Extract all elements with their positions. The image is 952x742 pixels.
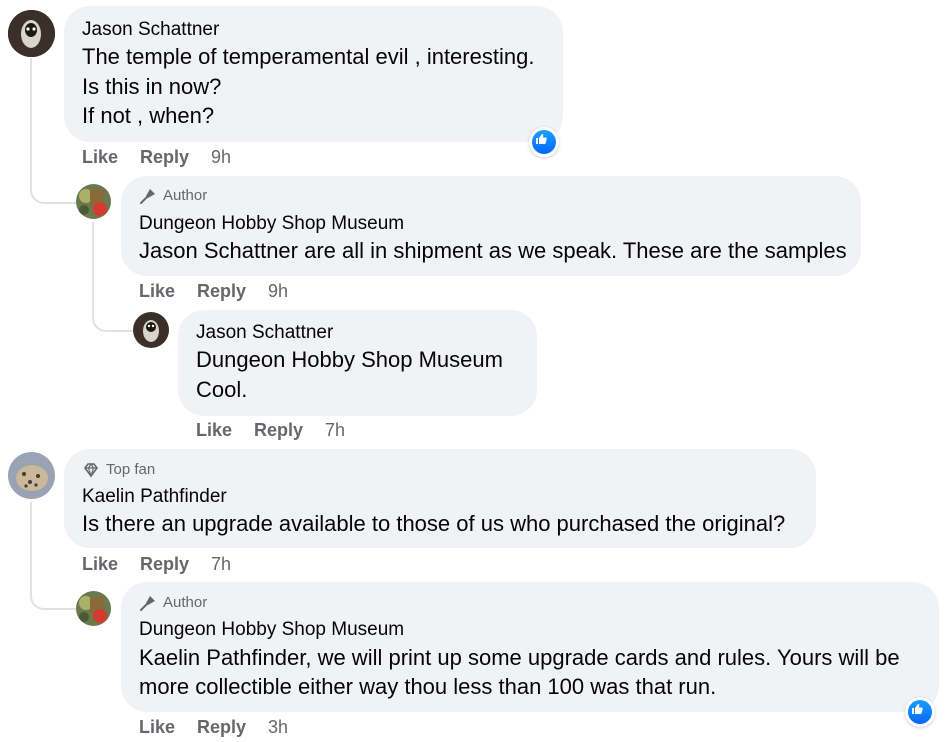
- like-button[interactable]: Like: [139, 279, 175, 303]
- comment-actions: Like Reply 3h: [139, 715, 339, 739]
- avatar[interactable]: [76, 184, 111, 219]
- reply-button[interactable]: Reply: [254, 418, 303, 442]
- comment-body: are all in shipment as we speak. These a…: [297, 238, 847, 263]
- microphone-icon: [140, 189, 155, 204]
- microphone-icon: [140, 596, 155, 611]
- reply-button[interactable]: Reply: [197, 715, 246, 739]
- comment-bubble: Jason Schattner Dungeon Hobby Shop Museu…: [178, 310, 537, 416]
- comment-actions: Like Reply 7h: [82, 552, 282, 576]
- comment-bubble: Top fan Kaelin Pathfinder Is there an up…: [64, 449, 816, 548]
- avatar[interactable]: [8, 452, 55, 499]
- comment-text: Cool.: [196, 377, 248, 402]
- comment-text: Is there an upgrade available to those o…: [82, 511, 786, 536]
- comment-actions: Like Reply 9h: [139, 279, 339, 303]
- comment-text: Jason Schattner are all in shipment as w…: [139, 236, 847, 266]
- avatar-image: [8, 452, 55, 499]
- badge-label: Author: [163, 594, 208, 611]
- like-reaction-icon[interactable]: [905, 697, 935, 727]
- like-button[interactable]: Like: [82, 552, 118, 576]
- like-button[interactable]: Like: [82, 145, 118, 169]
- avatar-image: [76, 591, 111, 626]
- comment-author[interactable]: Kaelin Pathfinder: [82, 485, 227, 509]
- avatar[interactable]: [133, 312, 169, 348]
- like-button[interactable]: Like: [196, 418, 232, 442]
- comment-actions: Like Reply 9h: [82, 145, 282, 169]
- comment-body: , we will print up some upgrade cards an…: [305, 645, 900, 670]
- comment-text: Is this in now?: [82, 74, 222, 99]
- avatar-image: [133, 312, 169, 348]
- comment-author[interactable]: Dungeon Hobby Shop Museum: [139, 618, 404, 642]
- avatar-image: [8, 10, 55, 57]
- like-reaction-icon[interactable]: [529, 127, 559, 157]
- comment-text: If not , when?: [82, 103, 215, 128]
- like-button[interactable]: Like: [139, 715, 175, 739]
- comment-bubble: Jason Schattner The temple of temperamen…: [64, 6, 563, 142]
- timestamp[interactable]: 9h: [268, 279, 288, 303]
- mention-link[interactable]: Dungeon Hobby Shop Museum: [196, 345, 503, 375]
- badge-label: Top fan: [106, 461, 156, 478]
- comment-bubble: Author Dungeon Hobby Shop Museum Kaelin …: [121, 582, 939, 712]
- mention-link[interactable]: Kaelin Pathfinder: [139, 645, 305, 670]
- comment-text: Kaelin Pathfinder, we will print up some…: [139, 643, 900, 673]
- badge-label: Author: [163, 187, 208, 204]
- comment-text: more collectible either way thou less th…: [139, 674, 717, 699]
- mention-link[interactable]: Jason Schattner: [139, 238, 298, 263]
- comment-text: The temple of temperamental evil , inter…: [82, 44, 535, 69]
- timestamp[interactable]: 7h: [211, 552, 231, 576]
- timestamp[interactable]: 7h: [325, 418, 345, 442]
- reply-button[interactable]: Reply: [140, 552, 189, 576]
- author-badge: Author: [139, 593, 207, 613]
- comment-actions: Like Reply 7h: [196, 418, 396, 442]
- comment-bubble: Author Dungeon Hobby Shop Museum Jason S…: [121, 176, 861, 276]
- reply-button[interactable]: Reply: [197, 279, 246, 303]
- top-fan-badge: Top fan: [82, 460, 155, 480]
- author-badge: Author: [139, 186, 207, 206]
- diamond-icon: [84, 462, 98, 479]
- comment-author[interactable]: Dungeon Hobby Shop Museum: [139, 212, 404, 236]
- avatar-image: [76, 184, 111, 219]
- reply-button[interactable]: Reply: [140, 145, 189, 169]
- timestamp[interactable]: 9h: [211, 145, 231, 169]
- comment-author[interactable]: Jason Schattner: [196, 321, 333, 345]
- timestamp[interactable]: 3h: [268, 715, 288, 739]
- avatar[interactable]: [8, 10, 55, 57]
- comment-author[interactable]: Jason Schattner: [82, 18, 219, 42]
- avatar[interactable]: [76, 591, 111, 626]
